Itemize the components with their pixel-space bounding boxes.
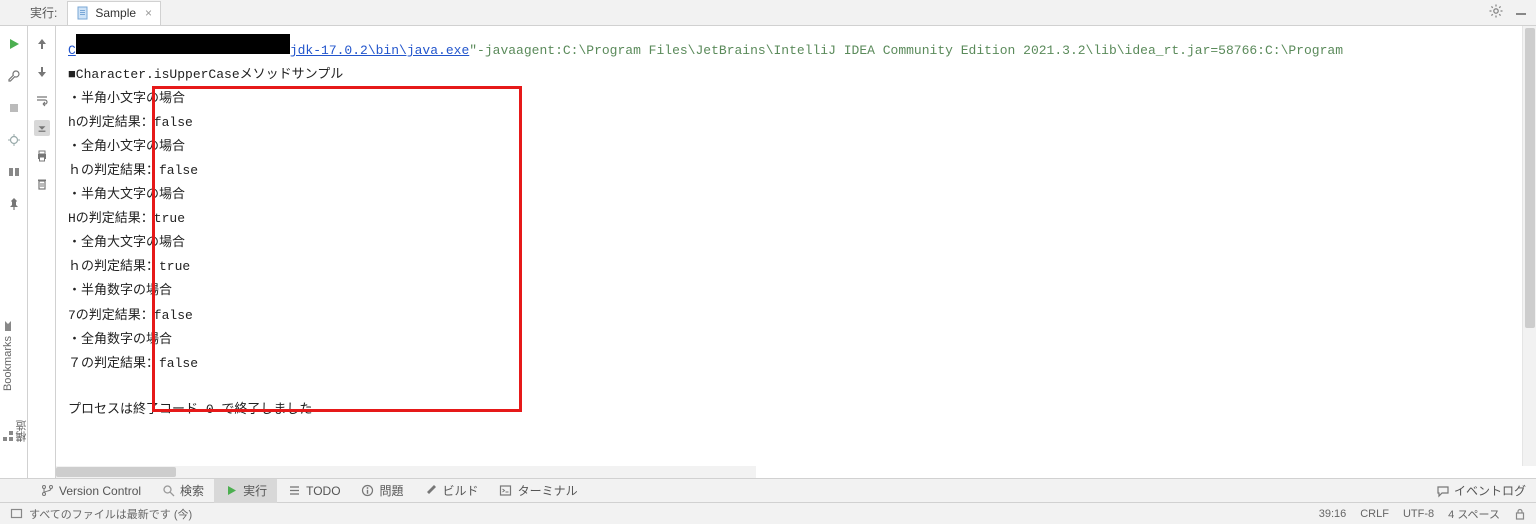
hammer-icon — [424, 484, 438, 498]
bookmarks-tool-tab[interactable]: Bookmarks — [2, 320, 14, 391]
redacted-path — [76, 34, 290, 54]
file-icon — [76, 6, 90, 20]
output-line: ｈの判定結果：true — [68, 255, 1536, 279]
arrow-down-icon[interactable] — [34, 64, 50, 80]
exit-line: プロセスは終了コード 0 で終了しました — [68, 398, 1536, 422]
main-area: Cjdk-17.0.2\bin\java.exe "-javaagent:C:\… — [0, 26, 1536, 478]
cmd-path-post: jdk-17.0.2\bin\java.exe — [290, 39, 469, 63]
output-line: ・半角大文字の場合 — [68, 183, 1536, 207]
todo-icon — [287, 484, 301, 498]
output-line: ・全角小文字の場合 — [68, 135, 1536, 159]
status-message: すべてのファイルは最新です (今) — [29, 506, 192, 522]
run-tab[interactable]: Sample × — [67, 1, 161, 25]
scroll-to-end-icon[interactable] — [34, 120, 50, 136]
output-line: ｈの判定結果：false — [68, 159, 1536, 183]
output-line: ７の判定結果：false — [68, 352, 1536, 376]
run-tab-bar: 実行: Sample × — [0, 0, 1536, 26]
left-actions-gutter — [0, 26, 28, 478]
soft-wrap-icon[interactable] — [34, 92, 50, 108]
info-icon — [361, 484, 375, 498]
run-label: 実行: — [30, 4, 57, 21]
structure-tool-tab[interactable]: 構造 — [2, 420, 30, 442]
terminal-icon — [499, 484, 513, 498]
branch-icon — [40, 484, 54, 498]
command-line: Cjdk-17.0.2\bin\java.exe "-javaagent:C:\… — [68, 34, 1536, 63]
minimize-icon[interactable] — [1514, 3, 1528, 19]
search-icon — [161, 484, 175, 498]
lock-icon[interactable] — [1514, 508, 1526, 520]
output-line: hの判定結果：false — [68, 111, 1536, 135]
cmd-args: "-javaagent:C:\Program Files\JetBrains\I… — [469, 39, 1343, 63]
tab-run[interactable]: 実行 — [214, 479, 277, 503]
cursor-position[interactable]: 39:16 — [1319, 508, 1347, 520]
output-line: ・全角数字の場合 — [68, 328, 1536, 352]
output-line: ・半角数字の場合 — [68, 279, 1536, 303]
gear-icon[interactable] — [1488, 3, 1504, 19]
indent-setting[interactable]: 4 スペース — [1448, 506, 1500, 522]
file-encoding[interactable]: UTF-8 — [1403, 508, 1434, 520]
arrow-up-icon[interactable] — [34, 36, 50, 52]
output-line: Hの判定結果：true — [68, 207, 1536, 231]
status-bar: すべてのファイルは最新です (今) 39:16 CRLF UTF-8 4 スペー… — [0, 502, 1536, 524]
tab-todo[interactable]: TODO — [277, 479, 350, 503]
wrench-icon[interactable] — [6, 68, 22, 84]
cmd-path-pre: C — [68, 39, 76, 63]
status-square-icon[interactable] — [10, 507, 23, 520]
vertical-scrollbar[interactable] — [1522, 26, 1536, 466]
close-icon[interactable]: × — [145, 6, 152, 20]
console-actions-gutter — [28, 26, 56, 478]
horizontal-scrollbar[interactable] — [56, 466, 756, 478]
output-line: ・半角小文字の場合 — [68, 87, 1536, 111]
output-line: 7の判定結果：false — [68, 304, 1536, 328]
rerun-icon[interactable] — [6, 36, 22, 52]
stop-icon[interactable] — [6, 100, 22, 116]
output-lines: ■Character.isUpperCaseメソッドサンプル・半角小文字の場合h… — [68, 63, 1536, 376]
pin-icon[interactable] — [6, 196, 22, 212]
bottom-tool-tabs: Version Control 検索 実行 TODO 問題 ビルド ターミナル … — [0, 478, 1536, 502]
bubble-icon — [1436, 484, 1450, 498]
output-line: ・全角大文字の場合 — [68, 231, 1536, 255]
tab-problems[interactable]: 問題 — [351, 479, 414, 503]
line-separator[interactable]: CRLF — [1360, 508, 1389, 520]
tab-version-control[interactable]: Version Control — [30, 479, 151, 503]
layout-icon[interactable] — [6, 164, 22, 180]
tab-name: Sample — [95, 6, 136, 20]
trash-icon[interactable] — [34, 176, 50, 192]
debug-icon[interactable] — [6, 132, 22, 148]
tab-build[interactable]: ビルド — [414, 479, 489, 503]
print-icon[interactable] — [34, 148, 50, 164]
output-line: ■Character.isUpperCaseメソッドサンプル — [68, 63, 1536, 87]
play-icon — [224, 484, 238, 498]
tab-search[interactable]: 検索 — [151, 479, 214, 503]
console-output[interactable]: Cjdk-17.0.2\bin\java.exe "-javaagent:C:\… — [56, 26, 1536, 478]
event-log[interactable]: イベントログ — [1436, 482, 1526, 499]
tab-terminal[interactable]: ターミナル — [489, 479, 588, 503]
